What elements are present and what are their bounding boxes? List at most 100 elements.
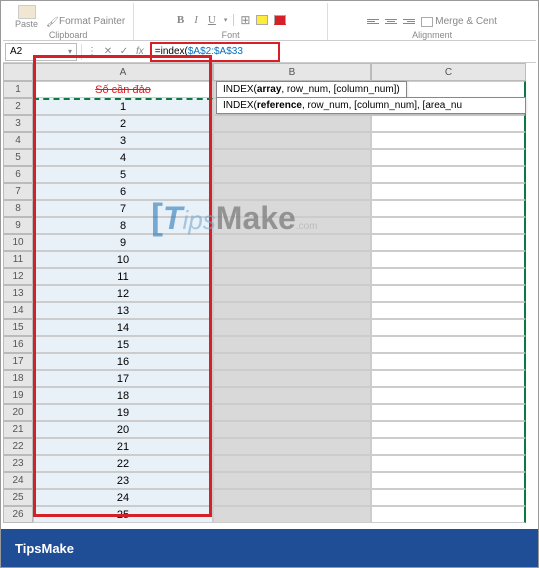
cell[interactable] bbox=[213, 387, 371, 404]
cell[interactable]: 14 bbox=[33, 319, 213, 336]
cell[interactable] bbox=[371, 251, 526, 268]
cell[interactable] bbox=[371, 353, 526, 370]
row-header[interactable]: 12 bbox=[3, 268, 33, 285]
row-header[interactable]: 18 bbox=[3, 370, 33, 387]
cell[interactable]: 24 bbox=[33, 489, 213, 506]
cell[interactable]: Số cần đảo bbox=[33, 81, 213, 98]
row-header[interactable]: 5 bbox=[3, 149, 33, 166]
row-header[interactable]: 17 bbox=[3, 353, 33, 370]
cell[interactable] bbox=[371, 438, 526, 455]
cell[interactable]: 20 bbox=[33, 421, 213, 438]
cell[interactable] bbox=[213, 234, 371, 251]
cell[interactable] bbox=[213, 217, 371, 234]
row-header[interactable]: 2 bbox=[3, 98, 33, 115]
align-left-button[interactable] bbox=[367, 19, 379, 24]
cell[interactable] bbox=[371, 115, 526, 132]
row-header[interactable]: 8 bbox=[3, 200, 33, 217]
cell[interactable] bbox=[371, 302, 526, 319]
cancel-formula-button[interactable]: ✕ bbox=[100, 44, 116, 60]
accept-formula-button[interactable]: ✓ bbox=[116, 44, 132, 60]
cell[interactable] bbox=[371, 489, 526, 506]
cell[interactable] bbox=[371, 234, 526, 251]
merge-button[interactable]: Merge & Cent bbox=[421, 16, 497, 27]
italic-button[interactable]: I bbox=[192, 14, 200, 26]
cell[interactable] bbox=[213, 132, 371, 149]
underline-button[interactable]: U bbox=[206, 14, 218, 26]
cell[interactable] bbox=[213, 251, 371, 268]
cell[interactable]: 16 bbox=[33, 353, 213, 370]
cell[interactable]: 15 bbox=[33, 336, 213, 353]
row-header[interactable]: 24 bbox=[3, 472, 33, 489]
cell[interactable] bbox=[213, 302, 371, 319]
cell[interactable] bbox=[213, 370, 371, 387]
worksheet[interactable]: A B C 1Số cần đảo21=index($A$2:$A$333243… bbox=[3, 63, 536, 529]
cell[interactable]: 5 bbox=[33, 166, 213, 183]
cell[interactable]: 19 bbox=[33, 404, 213, 421]
cell[interactable]: 6 bbox=[33, 183, 213, 200]
cell[interactable] bbox=[371, 217, 526, 234]
dots-button[interactable]: ⋮ bbox=[84, 44, 100, 60]
cell[interactable] bbox=[213, 200, 371, 217]
row-header[interactable]: 15 bbox=[3, 319, 33, 336]
cell[interactable] bbox=[371, 319, 526, 336]
chevron-down-icon[interactable]: ▾ bbox=[68, 47, 72, 56]
row-header[interactable]: 21 bbox=[3, 421, 33, 438]
cell[interactable] bbox=[213, 438, 371, 455]
row-header[interactable]: 20 bbox=[3, 404, 33, 421]
cell[interactable] bbox=[371, 200, 526, 217]
border-button[interactable]: ⊞ bbox=[240, 13, 250, 27]
cell[interactable] bbox=[213, 506, 371, 523]
cell[interactable] bbox=[213, 115, 371, 132]
cell[interactable]: 22 bbox=[33, 455, 213, 472]
row-header[interactable]: 13 bbox=[3, 285, 33, 302]
underline-arrow-icon[interactable]: ▾ bbox=[224, 16, 228, 24]
row-header[interactable]: 1 bbox=[3, 81, 33, 98]
cell[interactable] bbox=[371, 183, 526, 200]
cell[interactable] bbox=[371, 387, 526, 404]
select-all-corner[interactable] bbox=[3, 63, 33, 81]
function-tooltip-2[interactable]: INDEX(reference, row_num, [column_num], … bbox=[216, 97, 526, 114]
row-header[interactable]: 19 bbox=[3, 387, 33, 404]
row-header[interactable]: 3 bbox=[3, 115, 33, 132]
cell[interactable]: 25 bbox=[33, 506, 213, 523]
cell[interactable]: 18 bbox=[33, 387, 213, 404]
row-header[interactable]: 16 bbox=[3, 336, 33, 353]
cell[interactable]: 13 bbox=[33, 302, 213, 319]
cell[interactable]: 10 bbox=[33, 251, 213, 268]
row-header[interactable]: 25 bbox=[3, 489, 33, 506]
cell[interactable]: 17 bbox=[33, 370, 213, 387]
cell[interactable]: 4 bbox=[33, 149, 213, 166]
row-header[interactable]: 23 bbox=[3, 455, 33, 472]
cell[interactable] bbox=[213, 489, 371, 506]
row-header[interactable]: 26 bbox=[3, 506, 33, 523]
cell[interactable]: 21 bbox=[33, 438, 213, 455]
row-header[interactable]: 11 bbox=[3, 251, 33, 268]
cell[interactable]: 7 bbox=[33, 200, 213, 217]
column-header-b[interactable]: B bbox=[213, 63, 371, 81]
cell[interactable] bbox=[213, 285, 371, 302]
cell[interactable] bbox=[213, 404, 371, 421]
cell[interactable]: 9 bbox=[33, 234, 213, 251]
cell[interactable]: 2 bbox=[33, 115, 213, 132]
row-header[interactable]: 4 bbox=[3, 132, 33, 149]
column-header-c[interactable]: C bbox=[371, 63, 526, 81]
cell[interactable] bbox=[213, 455, 371, 472]
cell[interactable] bbox=[213, 472, 371, 489]
cell[interactable]: 8 bbox=[33, 217, 213, 234]
paste-button[interactable]: Paste bbox=[11, 5, 42, 29]
cell[interactable] bbox=[213, 336, 371, 353]
bold-button[interactable]: B bbox=[175, 14, 186, 26]
cell[interactable] bbox=[371, 455, 526, 472]
cell[interactable] bbox=[371, 336, 526, 353]
cell[interactable] bbox=[213, 149, 371, 166]
row-header[interactable]: 14 bbox=[3, 302, 33, 319]
row-header[interactable]: 9 bbox=[3, 217, 33, 234]
cell[interactable]: 11 bbox=[33, 268, 213, 285]
fill-color-button[interactable] bbox=[256, 15, 268, 25]
cell[interactable] bbox=[213, 421, 371, 438]
cell[interactable] bbox=[371, 149, 526, 166]
cell[interactable] bbox=[371, 421, 526, 438]
cell[interactable] bbox=[213, 166, 371, 183]
cell[interactable]: 3 bbox=[33, 132, 213, 149]
row-header[interactable]: 7 bbox=[3, 183, 33, 200]
